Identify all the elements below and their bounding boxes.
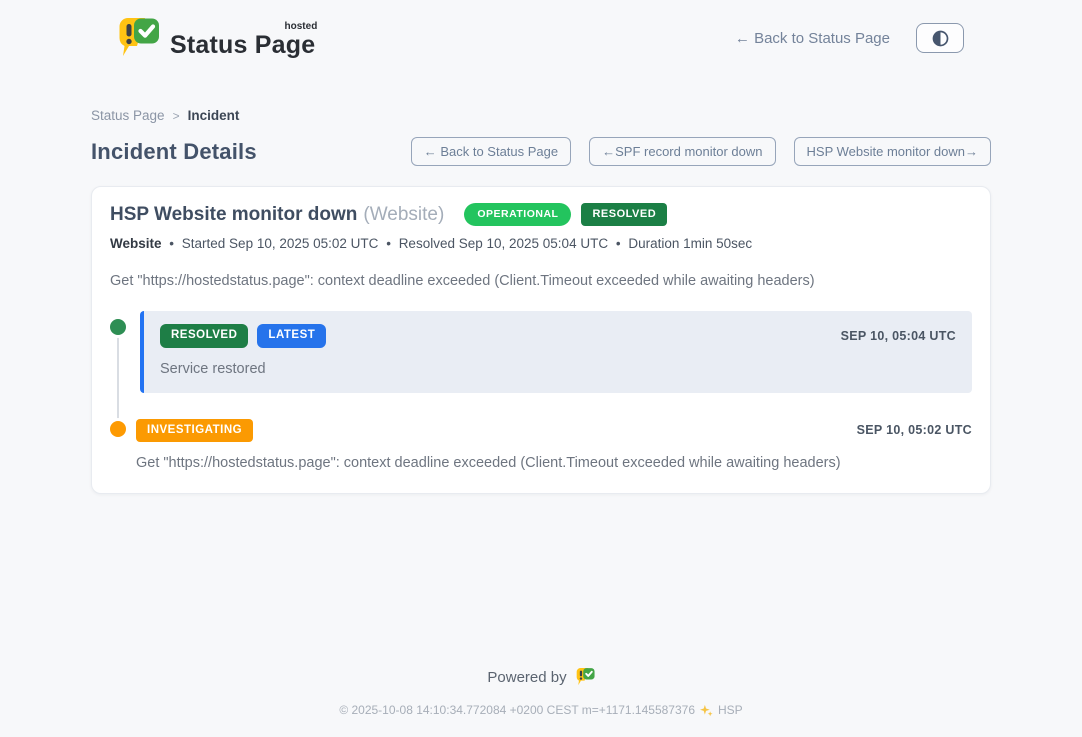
status-page-app: Status Page hosted ← Back to Status Page…: [0, 0, 1082, 737]
incident-title-row: HSP Website monitor down (Website) OPERA…: [110, 203, 972, 226]
timeline-badge-resolved: RESOLVED: [160, 324, 248, 348]
powered-by: Powered by: [0, 667, 1082, 687]
main-content: Status Page > Incident Incident Details …: [91, 60, 991, 494]
breadcrumb-current: Incident: [188, 108, 240, 123]
brand-logo[interactable]: Status Page hosted: [118, 16, 317, 60]
back-to-status-page-button[interactable]: ← Back to Status Page: [411, 137, 571, 166]
timeline-dot-green: [110, 319, 126, 335]
powered-by-label: Powered by: [487, 669, 566, 686]
meta-started: Started Sep 10, 2025 05:02 UTC: [182, 236, 379, 251]
incident-title: HSP Website monitor down: [110, 204, 357, 226]
meta-component: Website: [110, 236, 162, 251]
incident-nav-buttons: ← Back to Status Page ←SPF record monito…: [411, 137, 991, 166]
timeline-timestamp: SEP 10, 05:04 UTC: [841, 329, 956, 343]
statuspage-logo-icon-small[interactable]: [576, 667, 595, 687]
title-row: Incident Details ← Back to Status Page ←…: [91, 137, 991, 166]
theme-toggle-button[interactable]: [916, 23, 964, 53]
statuspage-logo-icon: [118, 16, 160, 60]
breadcrumb-root[interactable]: Status Page: [91, 108, 165, 123]
meta-resolved: Resolved Sep 10, 2025 05:04 UTC: [399, 236, 608, 251]
incident-meta: Website • Started Sep 10, 2025 05:02 UTC…: [110, 236, 972, 251]
incident-description: Get "https://hostedstatus.page": context…: [110, 273, 972, 289]
half-circle-theme-icon: [932, 30, 949, 47]
operational-status-badge: OPERATIONAL: [464, 203, 571, 226]
timeline-entry-investigating: INVESTIGATING SEP 10, 05:02 UTC Get "htt…: [110, 419, 972, 472]
copyright-text: © 2025-10-08 14:10:34.772084 +0200 CEST …: [339, 703, 695, 717]
breadcrumb: Status Page > Incident: [91, 108, 991, 123]
meta-separator: •: [169, 236, 174, 251]
copyright-line: © 2025-10-08 14:10:34.772084 +0200 CEST …: [0, 703, 1082, 717]
breadcrumb-separator: >: [173, 109, 180, 123]
header-actions: ← Back to Status Page: [735, 23, 964, 53]
next-incident-button[interactable]: HSP Website monitor down→: [794, 137, 991, 166]
incident-timeline: RESOLVED LATEST SEP 10, 05:04 UTC Servic…: [110, 311, 972, 471]
timeline-entry-resolved: RESOLVED LATEST SEP 10, 05:04 UTC Servic…: [110, 311, 972, 393]
timeline-message: Get "https://hostedstatus.page": context…: [136, 455, 972, 471]
timeline-timestamp: SEP 10, 05:02 UTC: [857, 423, 972, 437]
timeline-update-card: RESOLVED LATEST SEP 10, 05:04 UTC Servic…: [140, 311, 972, 393]
brand-hosted-label: hosted: [285, 21, 318, 32]
previous-incident-button[interactable]: ←SPF record monitor down: [589, 137, 775, 166]
timeline-badge-latest: LATEST: [257, 324, 326, 348]
incident-component: (Website): [363, 204, 444, 226]
header: Status Page hosted ← Back to Status Page: [118, 0, 964, 60]
meta-duration: Duration 1min 50sec: [628, 236, 752, 251]
timeline-message: Service restored: [160, 361, 956, 377]
timeline-update-plain: INVESTIGATING SEP 10, 05:02 UTC Get "htt…: [136, 419, 972, 472]
back-to-status-page-link[interactable]: ← Back to Status Page: [735, 30, 890, 47]
footer: Powered by © 2025-10-08 14:10:34.772084 …: [0, 667, 1082, 737]
meta-separator: •: [386, 236, 391, 251]
copyright-suffix: HSP: [718, 703, 743, 717]
timeline-badge-investigating: INVESTIGATING: [136, 419, 253, 443]
sparkles-icon: [700, 704, 713, 717]
timeline-dot-orange: [110, 421, 126, 437]
resolved-status-badge: RESOLVED: [581, 203, 667, 226]
meta-separator: •: [616, 236, 621, 251]
brand-name: Status Page: [170, 31, 315, 59]
page-title: Incident Details: [91, 139, 257, 165]
incident-card: HSP Website monitor down (Website) OPERA…: [91, 186, 991, 494]
